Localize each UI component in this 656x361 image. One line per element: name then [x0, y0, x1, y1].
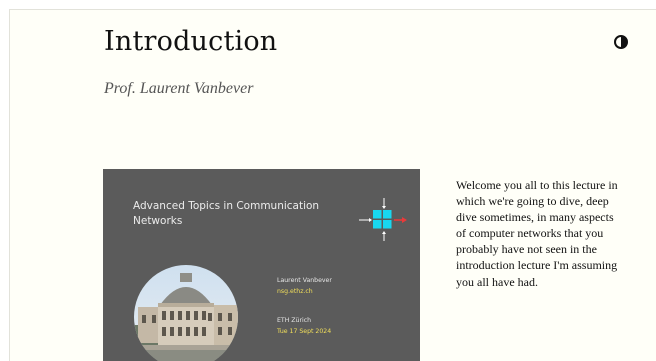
- slide-website-link[interactable]: nsg.ethz.ch: [277, 286, 313, 297]
- slide-course-title: Advanced Topics in Communication Network…: [133, 200, 320, 227]
- page-subtitle: Prof. Laurent Vanbever: [104, 80, 254, 97]
- theme-toggle-icon[interactable]: [614, 35, 628, 49]
- slide-presenter-name: Laurent Vanbever: [277, 277, 332, 284]
- transcript-paragraph: Welcome you all to this lecture in which…: [456, 178, 618, 289]
- slide-institution: ETH Zürich: [277, 317, 312, 324]
- page: Introduction Prof. Laurent Vanbever Adva…: [9, 9, 656, 361]
- slide-date: Tue 17 Sept 2024: [277, 328, 332, 335]
- page-title: Introduction: [104, 26, 278, 57]
- eth-main-building-photo: [134, 265, 238, 361]
- lecture-slide[interactable]: Advanced Topics in Communication Network…: [103, 169, 420, 361]
- network-node-icon: [359, 198, 407, 241]
